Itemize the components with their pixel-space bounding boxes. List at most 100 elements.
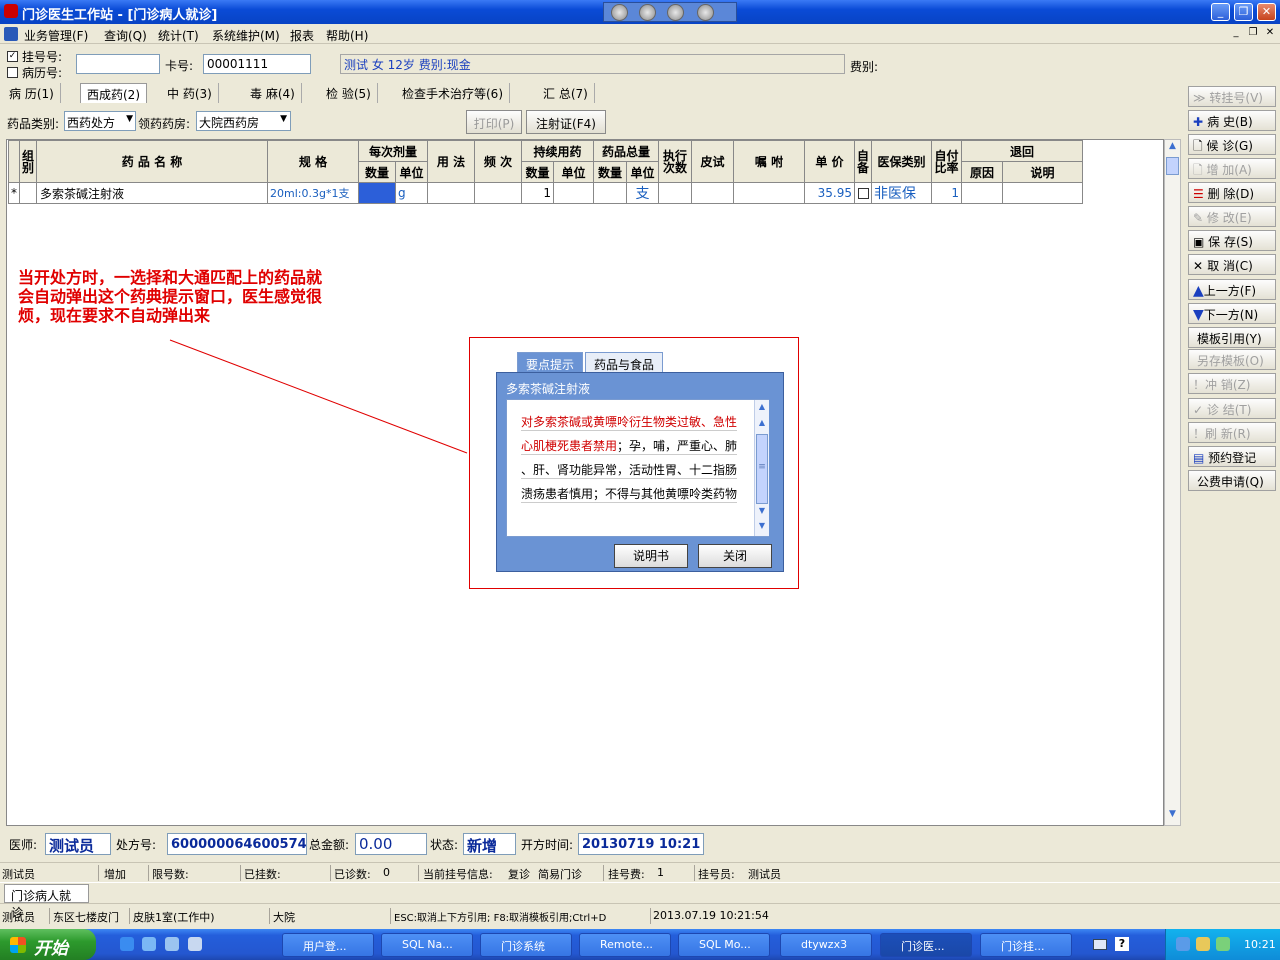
divider: [330, 865, 331, 881]
rx-time-label: 开方时间:: [521, 838, 574, 852]
appointment-button[interactable]: ▤ 预约登记: [1188, 446, 1276, 467]
start-button[interactable]: 开始: [0, 929, 96, 960]
double-chevron-icon: ≫: [1193, 91, 1210, 105]
finish-diag-button[interactable]: ✓ 诊 结(T): [1188, 398, 1276, 419]
save-button[interactable]: ▣ 保 存(S): [1188, 230, 1276, 251]
system-status-bar: 测试员 东区七楼皮门 皮肤1室(工作中) 大院 ESC:取消上下方引用; F8:…: [0, 906, 1280, 926]
rx-time-value: 20130719 10:21: [578, 833, 704, 855]
status-seen: 已诊数:: [334, 868, 371, 881]
task-registration[interactable]: 门诊挂...: [980, 933, 1072, 957]
edit-icon: ✎: [1193, 211, 1207, 225]
task-clinic-system[interactable]: 门诊系统: [480, 933, 572, 957]
exclaim-icon: ！: [1193, 378, 1206, 392]
history-button[interactable]: ✚ 病 史(B): [1188, 110, 1276, 131]
system-tray: 10:21: [1165, 929, 1280, 960]
divider: [269, 908, 270, 924]
public-fee-button[interactable]: 公费申请(Q): [1188, 470, 1276, 491]
doctor-label: 医师:: [9, 838, 38, 852]
status-user: 测试员: [2, 868, 35, 881]
status-clerk: 挂号员:: [698, 868, 735, 881]
cancel-button[interactable]: ✕ 取 消(C): [1188, 254, 1276, 275]
sys-hint: ESC:取消上下方引用; F8:取消模板引用;Ctrl+D: [394, 913, 607, 924]
popup-scrollbar[interactable]: ▲ ▲ ≡ ▼ ▼: [754, 400, 769, 536]
popup-line-2-rest: ；孕，哺，严重心、肺: [617, 439, 738, 453]
exclaim-icon: ！: [1193, 427, 1206, 441]
task-user-login[interactable]: 用户登...: [282, 933, 374, 957]
template-ref-button[interactable]: 模板引用(Y): [1188, 327, 1276, 348]
divider: [49, 908, 50, 924]
ie-icon[interactable]: [120, 937, 134, 951]
divider: [129, 908, 130, 924]
status-clerk-value: 测试员: [748, 868, 781, 881]
scroll-top-icon[interactable]: ▲: [756, 402, 768, 414]
start-label: 开始: [34, 939, 68, 959]
mdi-tab-outpatient[interactable]: 门诊病人就诊: [4, 884, 89, 920]
popup-scroll-thumb[interactable]: ≡: [756, 434, 768, 504]
rx-no-label: 处方号:: [116, 838, 157, 852]
plus-icon: ✚: [1193, 115, 1208, 129]
popup-drug-name: 多索茶碱注射液: [506, 382, 591, 396]
status-action: 增加: [104, 868, 126, 881]
x-icon: ✕: [1193, 259, 1208, 273]
divider: [390, 908, 391, 924]
security-icon[interactable]: [1216, 937, 1230, 951]
divider: [603, 865, 604, 881]
scroll-up-icon[interactable]: ▲: [756, 418, 768, 430]
keyboard-icon[interactable]: [1093, 939, 1107, 950]
popup-line-3: 、肝、肾功能异常，活动性胃、十二指肠: [521, 463, 738, 479]
floppy-icon: ▣: [1193, 235, 1209, 249]
popup-line-2: 心肌梗死患者禁用；孕，哺，严重心、肺: [521, 437, 738, 455]
new-doc-icon: 🗋: [1193, 163, 1207, 177]
status-fee: 挂号费:: [608, 868, 645, 881]
next-rx-button[interactable]: ▼下一方(N): [1188, 303, 1276, 324]
divider: [240, 865, 241, 881]
save-template-button[interactable]: 另存模板(O): [1188, 349, 1276, 370]
task-remote[interactable]: Remote...: [579, 933, 671, 957]
delete-button[interactable]: ☰ 删 除(D): [1188, 182, 1276, 203]
refresh-button[interactable]: ！刷 新(R): [1188, 422, 1276, 443]
task-doctor-station[interactable]: 门诊医...: [880, 933, 972, 957]
divider: [418, 865, 419, 881]
sys-user: 测试员: [2, 911, 35, 924]
divider: [650, 908, 651, 924]
popup-line-4: 溃疡患者慎用；不得与其他黄嘌呤类药物: [521, 487, 738, 503]
clock[interactable]: 10:21: [1244, 938, 1276, 951]
task-sql-navigator[interactable]: SQL Na...: [381, 933, 473, 957]
delete-icon: ☰: [1193, 187, 1208, 201]
registration-status-bar: 测试员 增加 限号数: 已挂数: 已诊数: 0 当前挂号信息: 复诊 简易门诊 …: [0, 862, 1280, 882]
amount-label: 总金额:: [309, 838, 350, 852]
amount-value: 0.00: [355, 833, 427, 855]
waiting-button[interactable]: 🗋 候 诊(G): [1188, 134, 1276, 155]
transfer-reg-button[interactable]: ≫ 转挂号(V): [1188, 86, 1276, 107]
explorer-icon[interactable]: [142, 937, 156, 951]
windows-logo-icon: [10, 937, 26, 953]
volume-icon[interactable]: [1196, 937, 1210, 951]
reverse-button[interactable]: ！冲 销(Z): [1188, 373, 1276, 394]
status-limit: 限号数:: [152, 868, 189, 881]
popup-close-button[interactable]: 关闭: [698, 544, 772, 568]
scroll-down-icon[interactable]: ▼: [756, 506, 768, 518]
edit-button[interactable]: ✎ 修 改(E): [1188, 206, 1276, 227]
network-icon[interactable]: [1176, 937, 1190, 951]
sys-datetime: 2013.07.19 10:21:54: [653, 909, 769, 922]
help-icon[interactable]: ?: [1115, 937, 1129, 951]
arrow-down-icon: ▼: [1193, 307, 1204, 323]
check-icon: ✓: [1193, 403, 1207, 417]
scroll-bottom-icon[interactable]: ▼: [756, 521, 768, 533]
popup-tab-key-points[interactable]: 要点提示: [517, 352, 584, 373]
sys-dept: 东区七楼皮门: [53, 911, 119, 924]
task-sql-monitor[interactable]: SQL Mo...: [678, 933, 770, 957]
quicklaunch-icon[interactable]: [188, 937, 202, 951]
prev-rx-button[interactable]: ▲上一方(F): [1188, 279, 1276, 300]
divider: [98, 865, 99, 881]
add-button[interactable]: 🗋 增 加(A): [1188, 158, 1276, 179]
media-icon[interactable]: [165, 937, 179, 951]
status-visit-type: 复诊: [508, 868, 530, 881]
mdi-tab-bar: 门诊病人就诊: [0, 882, 1280, 920]
status-clinic: 简易门诊: [538, 868, 582, 881]
task-dtywzx3[interactable]: dtywzx3: [780, 933, 872, 957]
popup-tab-drug-food[interactable]: 药品与食品: [585, 352, 664, 373]
status-registered: 已挂数:: [244, 868, 281, 881]
manual-button[interactable]: 说明书: [614, 544, 688, 568]
status-fee-value: 1: [657, 866, 664, 879]
